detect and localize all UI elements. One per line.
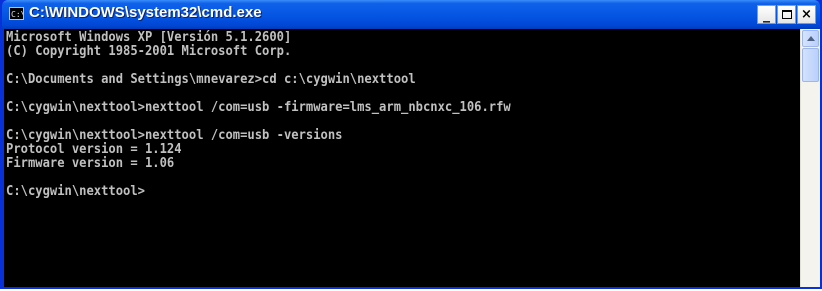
window-title: C:\WINDOWS\system32\cmd.exe: [29, 4, 262, 21]
arrow-up-icon: [807, 36, 815, 41]
maximize-icon: [782, 10, 792, 19]
console-line: C:\cygwin\nexttool>nexttool /com=usb -fi…: [6, 99, 511, 115]
console-line: Firmware version = 1.06: [6, 155, 175, 171]
title-bar[interactable]: C:\ C:\WINDOWS\system32\cmd.exe _ ×: [2, 0, 820, 29]
console-output: Microsoft Windows XP [Versión 5.1.2600] …: [6, 30, 511, 198]
cmd-window: C:\ C:\WINDOWS\system32\cmd.exe _ × Micr…: [0, 0, 822, 289]
console-line: C:\Documents and Settings\mnevarez>cd c:…: [6, 71, 416, 87]
cmd-icon[interactable]: C:\: [9, 7, 24, 20]
scroll-up-button[interactable]: [802, 30, 819, 47]
scroll-thumb[interactable]: [802, 48, 819, 82]
console-line: C:\cygwin\nexttool>: [6, 183, 145, 199]
console-area[interactable]: Microsoft Windows XP [Versión 5.1.2600] …: [4, 29, 800, 287]
close-button[interactable]: ×: [797, 5, 816, 24]
maximize-button[interactable]: [777, 5, 796, 24]
minimize-button[interactable]: _: [757, 5, 776, 24]
console-line: (C) Copyright 1985-2001 Microsoft Corp.: [6, 43, 292, 59]
vertical-scrollbar[interactable]: [800, 29, 820, 287]
